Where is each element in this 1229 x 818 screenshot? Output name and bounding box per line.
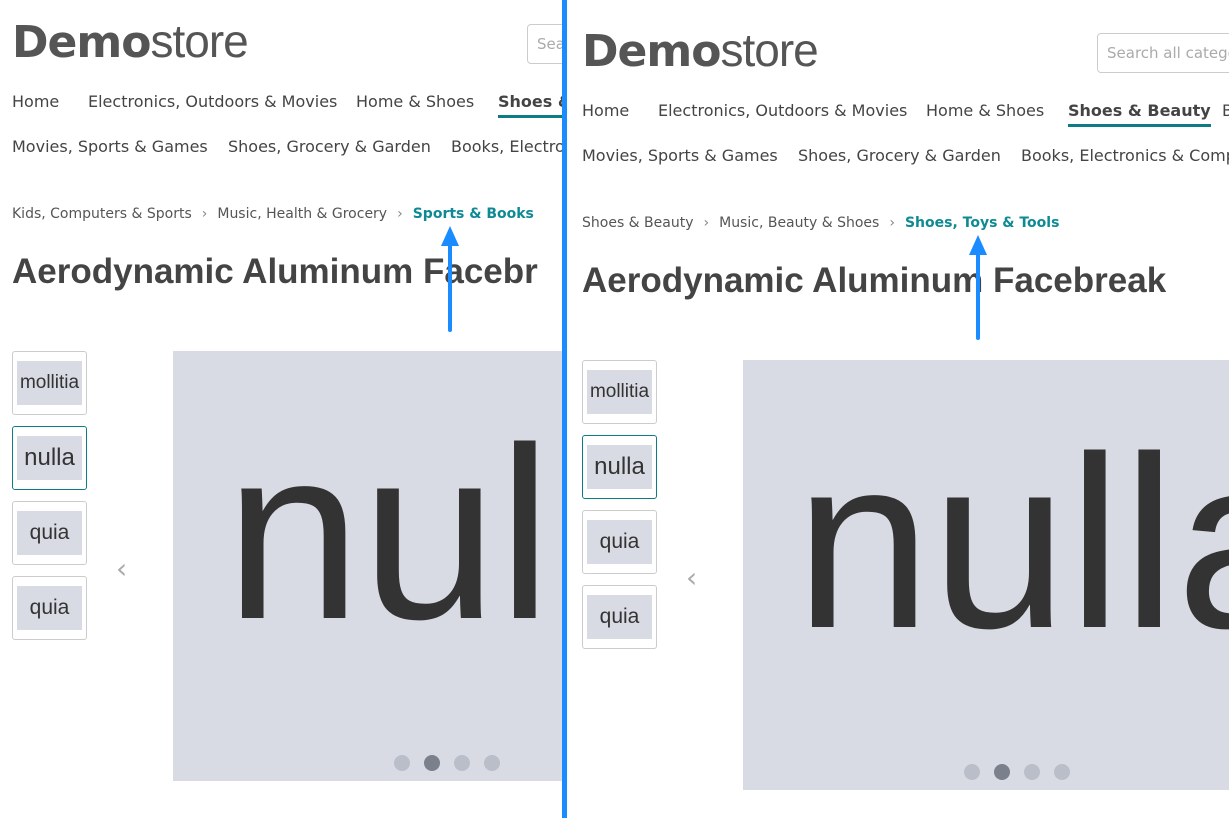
left-annotation-arrow xyxy=(441,226,459,332)
annotation-arrows xyxy=(441,226,987,340)
right-annotation-arrow xyxy=(969,235,987,340)
